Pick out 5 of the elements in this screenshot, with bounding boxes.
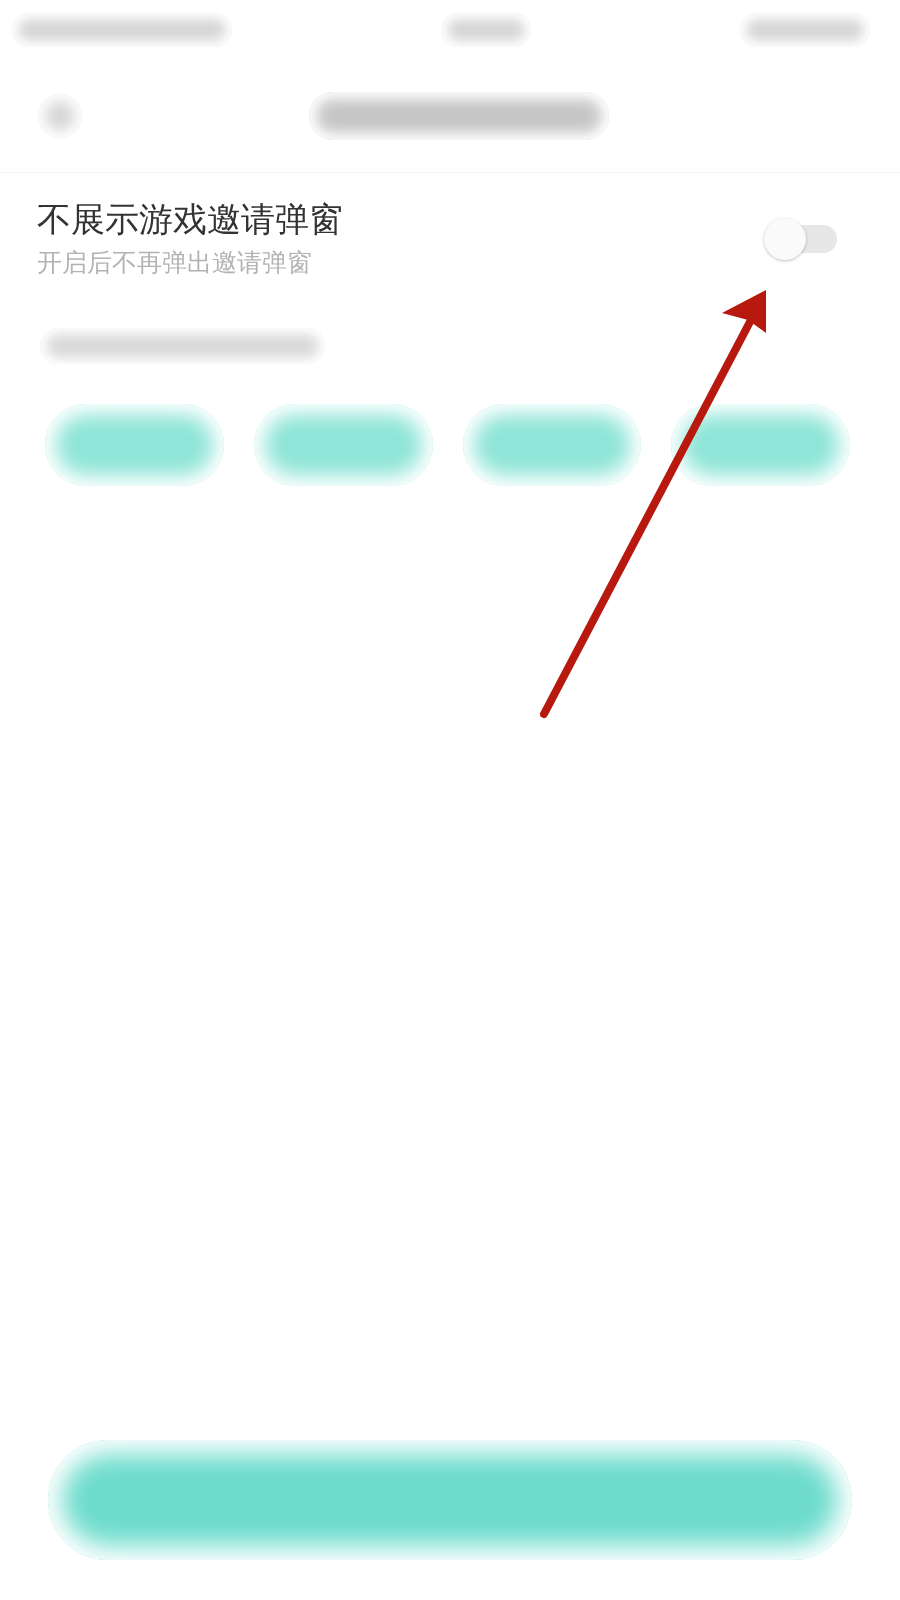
toggle-switch[interactable] [763,217,837,261]
setting-description: 开启后不再弹出邀请弹窗 [37,247,313,279]
blurred-icon[interactable] [38,94,82,138]
blurred-button[interactable] [671,404,850,486]
setting-title: 不展示游戏邀请弹窗 [37,198,343,241]
